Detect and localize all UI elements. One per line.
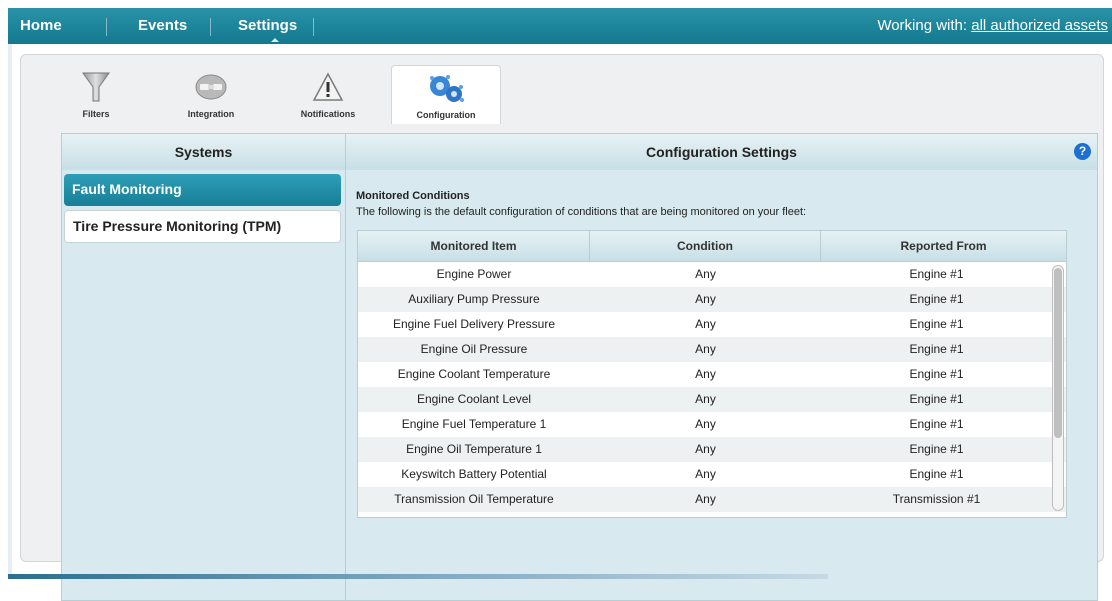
cell-condition: Any bbox=[695, 467, 716, 481]
tab-filters[interactable]: Filters bbox=[63, 65, 129, 123]
help-icon[interactable]: ? bbox=[1074, 143, 1091, 160]
settings-panel: Filters Integration Notifications Config… bbox=[20, 54, 1104, 601]
monitored-conditions-title: Monitored Conditions bbox=[356, 190, 470, 202]
nav-divider bbox=[210, 18, 211, 36]
tab-label: Notifications bbox=[300, 109, 356, 119]
monitored-conditions-table: Monitored Item Condition Reported From E… bbox=[357, 230, 1067, 518]
monitored-conditions-description: The following is the default configurati… bbox=[356, 206, 807, 218]
table-scrollbar[interactable] bbox=[1052, 265, 1064, 511]
cell-reported-from: Engine #1 bbox=[909, 417, 964, 431]
cell-condition: Any bbox=[695, 392, 716, 406]
working-with-link[interactable]: all authorized assets bbox=[971, 17, 1108, 34]
cell-condition: Any bbox=[695, 292, 716, 306]
top-nav: Home Events Settings Working with: all a… bbox=[8, 8, 1112, 44]
configuration-content: Systems Configuration Settings ? Fault M… bbox=[61, 133, 1098, 601]
systems-header: Systems bbox=[62, 134, 346, 170]
cell-condition: Any bbox=[695, 367, 716, 381]
cell-reported-from: Engine #1 bbox=[909, 292, 964, 306]
cell-reported-from: Engine #1 bbox=[909, 442, 964, 456]
cell-condition: Any bbox=[695, 492, 716, 506]
table-row: Engine Coolant Level Any Engine #1 bbox=[358, 387, 1066, 412]
systems-list: Fault Monitoring Tire Pressure Monitorin… bbox=[62, 170, 346, 600]
tab-integration[interactable]: Integration bbox=[171, 65, 251, 123]
cell-reported-from: Engine #1 bbox=[909, 317, 964, 331]
table-row: Engine Fuel Temperature 1 Any Engine #1 bbox=[358, 412, 1066, 437]
cell-reported-from: Engine #1 bbox=[909, 267, 964, 281]
cell-condition: Any bbox=[695, 342, 716, 356]
column-header-condition: Condition bbox=[590, 231, 821, 261]
nav-divider bbox=[313, 18, 314, 36]
active-nav-indicator bbox=[271, 38, 279, 42]
filter-icon bbox=[82, 72, 110, 102]
cell-reported-from: Engine #1 bbox=[909, 467, 964, 481]
cell-reported-from: Transmission #1 bbox=[892, 492, 981, 506]
nav-divider bbox=[106, 18, 107, 36]
table-row: Engine Oil Temperature 1 Any Engine #1 bbox=[358, 437, 1066, 462]
cell-monitored-item: Engine Coolant Level bbox=[416, 392, 532, 406]
cell-condition: Any bbox=[695, 442, 716, 456]
tab-label: Configuration bbox=[416, 110, 476, 120]
left-strip bbox=[8, 44, 12, 579]
cell-monitored-item: Engine Oil Pressure bbox=[420, 342, 528, 356]
tab-notifications[interactable]: Notifications bbox=[286, 65, 370, 123]
cell-monitored-item: Engine Power bbox=[436, 267, 512, 281]
integration-icon bbox=[195, 74, 227, 100]
cell-monitored-item: Transmission Oil Temperature bbox=[394, 492, 554, 506]
tab-label: Filters bbox=[82, 109, 110, 119]
working-with: Working with: all authorized assets bbox=[877, 17, 1108, 34]
scrollbar-thumb[interactable] bbox=[1054, 268, 1062, 438]
nav-home[interactable]: Home bbox=[20, 17, 62, 34]
table-row: Engine Oil Pressure Any Engine #1 bbox=[358, 337, 1066, 362]
system-item-tpm[interactable]: Tire Pressure Monitoring (TPM) bbox=[64, 210, 341, 243]
cell-condition: Any bbox=[695, 317, 716, 331]
table-row: Engine Coolant Temperature Any Engine #1 bbox=[358, 362, 1066, 387]
cell-reported-from: Engine #1 bbox=[909, 392, 964, 406]
system-item-fault-monitoring[interactable]: Fault Monitoring bbox=[64, 174, 341, 206]
cell-monitored-item: Engine Oil Temperature 1 bbox=[406, 442, 542, 456]
table-row: Engine Power Any Engine #1 bbox=[358, 262, 1066, 287]
nav-settings[interactable]: Settings bbox=[238, 17, 297, 34]
configuration-settings-title: Configuration Settings bbox=[646, 144, 797, 160]
bottom-bar bbox=[8, 574, 828, 579]
warning-icon bbox=[312, 72, 344, 101]
table-body: Engine Power Any Engine #1 Auxiliary Pump P… bbox=[358, 262, 1066, 512]
configuration-settings-header: Configuration Settings ? bbox=[346, 134, 1097, 170]
gears-icon bbox=[430, 75, 464, 102]
cell-monitored-item: Keyswitch Battery Potential bbox=[401, 467, 547, 481]
cell-monitored-item: Engine Fuel Temperature 1 bbox=[401, 417, 547, 431]
cell-monitored-item: Engine Fuel Delivery Pressure bbox=[392, 317, 556, 331]
tab-configuration[interactable]: Configuration bbox=[391, 65, 501, 124]
column-header-monitored-item: Monitored Item bbox=[358, 231, 590, 261]
cell-monitored-item: Auxiliary Pump Pressure bbox=[408, 292, 540, 306]
nav-events[interactable]: Events bbox=[138, 17, 187, 34]
cell-monitored-item: Engine Coolant Temperature bbox=[397, 367, 551, 381]
table-row: Engine Fuel Delivery Pressure Any Engine #… bbox=[358, 312, 1066, 337]
table-row: Auxiliary Pump Pressure Any Engine #1 bbox=[358, 287, 1066, 312]
tab-label: Integration bbox=[187, 109, 235, 119]
working-with-label: Working with: bbox=[877, 17, 968, 34]
table-header: Monitored Item Condition Reported From bbox=[358, 231, 1066, 262]
cell-condition: Any bbox=[695, 417, 716, 431]
cell-reported-from: Engine #1 bbox=[909, 367, 964, 381]
column-header-reported-from: Reported From bbox=[900, 239, 987, 253]
cell-condition: Any bbox=[695, 267, 716, 281]
table-row: Keyswitch Battery Potential Any Engine #1 bbox=[358, 462, 1066, 487]
table-row: Transmission Oil Temperature Any Transmiss… bbox=[358, 487, 1066, 512]
cell-reported-from: Engine #1 bbox=[909, 342, 964, 356]
